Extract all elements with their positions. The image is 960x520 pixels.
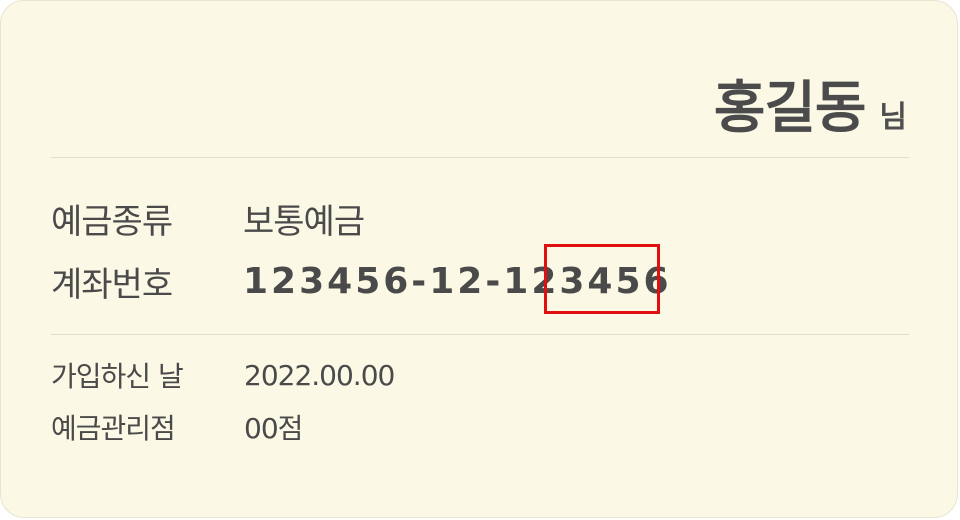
middle-divider (51, 334, 909, 335)
account-type-label: 예금종류 (51, 202, 173, 242)
account-type-row: 예금종류 보통예금 (51, 194, 365, 243)
account-type-value: 보통예금 (243, 202, 365, 242)
account-number-highlight-box (544, 244, 660, 314)
branch-value: 00점 (244, 412, 303, 445)
branch-row: 예금관리점 00점 (51, 407, 303, 447)
customer-name: 홍길동 (713, 76, 867, 141)
join-date-value: 2022.00.00 (244, 358, 395, 392)
account-info-card: 홍길동 님 예금종류 보통예금 계좌번호 123456-12-123456 가입… (0, 0, 958, 518)
top-divider (51, 157, 909, 158)
account-number-label: 계좌번호 (51, 265, 173, 305)
customer-name-row: 홍길동 님 (714, 63, 907, 144)
join-date-row: 가입하신 날 2022.00.00 (51, 355, 395, 395)
branch-label: 예금관리점 (51, 412, 176, 445)
honorific-suffix: 님 (879, 100, 907, 135)
join-date-label: 가입하신 날 (51, 360, 184, 393)
